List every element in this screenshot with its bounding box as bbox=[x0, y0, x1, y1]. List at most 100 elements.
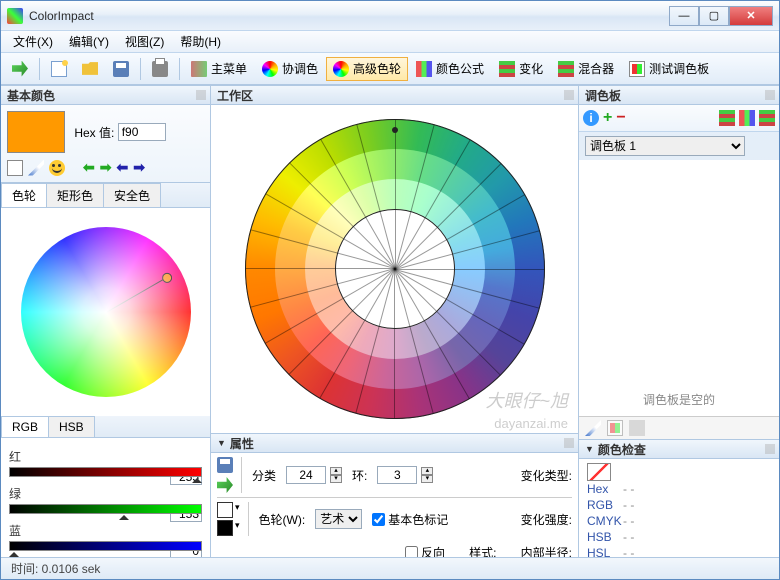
pal-delete-icon[interactable] bbox=[629, 420, 645, 436]
workspace[interactable]: 大眼仔~旭 dayanzai.me bbox=[211, 105, 578, 433]
pal-eyedrop-icon[interactable] bbox=[585, 420, 601, 436]
mixer-icon bbox=[558, 61, 574, 77]
tool-new-button[interactable] bbox=[44, 57, 74, 81]
tool-advwheel-button[interactable]: 高级色轮 bbox=[326, 57, 408, 81]
inspect-hsb-v: - - bbox=[623, 530, 634, 544]
palette-select[interactable]: 调色板 1 bbox=[585, 136, 745, 156]
inspect-cmyk-v: - - bbox=[623, 514, 634, 528]
advwheel-label: 高级色轮 bbox=[353, 60, 401, 77]
basic-marker-check[interactable]: 基本色标记 bbox=[372, 511, 448, 528]
ring-label: 环: bbox=[352, 467, 367, 484]
left-tabs: 色轮 矩形色 安全色 bbox=[1, 183, 210, 208]
arrow-icon bbox=[12, 61, 28, 77]
advanced-color-wheel[interactable] bbox=[245, 119, 545, 419]
tool-variation-button[interactable]: 变化 bbox=[492, 57, 550, 81]
inspect-rgb-k: RGB bbox=[587, 498, 623, 512]
app-icon bbox=[7, 8, 23, 24]
inspect-cmyk-k: CMYK bbox=[587, 514, 623, 528]
ring-dn[interactable]: ▾ bbox=[421, 475, 433, 483]
menubar: 文件(X) 编辑(Y) 视图(Z) 帮助(H) bbox=[1, 31, 779, 53]
small-wheel-area[interactable] bbox=[1, 208, 210, 416]
smile-icon[interactable] bbox=[49, 160, 65, 176]
close-button[interactable] bbox=[729, 6, 773, 26]
palette-empty-label: 调色板是空的 bbox=[643, 391, 715, 408]
current-color-swatch[interactable] bbox=[7, 111, 65, 153]
props-save-icon[interactable] bbox=[217, 457, 233, 473]
red-slider[interactable] bbox=[9, 467, 202, 481]
cat-dn[interactable]: ▾ bbox=[330, 475, 342, 483]
info-icon[interactable]: i bbox=[583, 110, 599, 126]
test-label: 测试调色板 bbox=[649, 60, 709, 77]
props-export-icon[interactable] bbox=[217, 477, 233, 493]
basic-color-title: 基本颜色 bbox=[7, 87, 55, 104]
ring-input[interactable] bbox=[377, 466, 417, 484]
minimize-button[interactable] bbox=[669, 6, 699, 26]
app-title: ColorImpact bbox=[29, 9, 669, 23]
add-icon[interactable]: + bbox=[603, 109, 612, 127]
ring-up[interactable]: ▴ bbox=[421, 467, 433, 475]
nav-fwd-button[interactable]: ➡ bbox=[100, 159, 112, 176]
vartype-label: 变化类型: bbox=[521, 467, 572, 484]
bg-swatch[interactable] bbox=[217, 520, 233, 536]
slider-tabs: RGB HSB bbox=[1, 416, 210, 438]
varint-label: 变化强度: bbox=[521, 511, 572, 528]
cw-select[interactable]: 艺术 bbox=[315, 509, 362, 529]
eyedropper-icon[interactable] bbox=[28, 160, 44, 176]
menu-help[interactable]: 帮助(H) bbox=[172, 31, 229, 52]
nav-back-button[interactable]: ⬅ bbox=[83, 159, 95, 176]
tool-harmony-button[interactable]: 协调色 bbox=[255, 57, 325, 81]
view-list-icon[interactable] bbox=[739, 110, 755, 126]
pal-copy-icon[interactable] bbox=[607, 420, 623, 436]
red-label: 红 bbox=[9, 450, 21, 464]
tool-open-button[interactable] bbox=[75, 57, 105, 81]
remove-icon[interactable]: − bbox=[616, 109, 625, 127]
view-large-icon[interactable] bbox=[759, 110, 775, 126]
basic-color-header: 基本颜色 bbox=[1, 85, 210, 105]
swap-icon[interactable] bbox=[7, 160, 23, 176]
menu-edit[interactable]: 编辑(Y) bbox=[61, 31, 117, 52]
palette-empty-area: 调色板是空的 bbox=[579, 160, 779, 416]
harmony-label: 协调色 bbox=[282, 60, 318, 77]
toolbar: 主菜单 协调色 高级色轮 颜色公式 变化 混合器 测试调色板 bbox=[1, 53, 779, 85]
menu-file[interactable]: 文件(X) bbox=[5, 31, 61, 52]
tab-safe[interactable]: 安全色 bbox=[103, 183, 161, 207]
save-icon bbox=[113, 61, 129, 77]
inspect-hex-k: Hex bbox=[587, 482, 623, 496]
tab-wheel[interactable]: 色轮 bbox=[1, 183, 47, 207]
category-input[interactable] bbox=[286, 466, 326, 484]
view-grid-icon[interactable] bbox=[719, 110, 735, 126]
tab-hsb[interactable]: HSB bbox=[48, 416, 95, 437]
formula-label: 颜色公式 bbox=[436, 60, 484, 77]
green-label: 绿 bbox=[9, 487, 21, 501]
maximize-button[interactable] bbox=[699, 6, 729, 26]
tool-test-button[interactable]: 测试调色板 bbox=[622, 57, 716, 81]
nav-fwd2-button[interactable]: ➡ bbox=[133, 159, 145, 176]
hex-input[interactable] bbox=[118, 123, 166, 141]
tab-rgb[interactable]: RGB bbox=[1, 416, 49, 437]
tool-print-button[interactable] bbox=[145, 57, 175, 81]
green-slider[interactable] bbox=[9, 504, 202, 518]
blue-label: 蓝 bbox=[9, 524, 21, 538]
titlebar: ColorImpact bbox=[1, 1, 779, 31]
inspect-swatch bbox=[587, 463, 611, 481]
menu-view[interactable]: 视图(Z) bbox=[117, 31, 172, 52]
mainmenu-label: 主菜单 bbox=[211, 60, 247, 77]
blue-slider[interactable] bbox=[9, 541, 202, 555]
fg-swatch[interactable] bbox=[217, 502, 233, 518]
statusbar: 时间: 0.0106 sek bbox=[1, 557, 779, 579]
small-color-wheel[interactable] bbox=[21, 227, 191, 397]
tool-mainmenu-button[interactable]: 主菜单 bbox=[184, 57, 254, 81]
cat-up[interactable]: ▴ bbox=[330, 467, 342, 475]
variation-icon bbox=[499, 61, 515, 77]
tool-formula-button[interactable]: 颜色公式 bbox=[409, 57, 491, 81]
nav-back2-button[interactable]: ⬅ bbox=[116, 159, 128, 176]
tab-rect[interactable]: 矩形色 bbox=[46, 183, 104, 207]
wheel-marker bbox=[392, 127, 398, 133]
palette-icon bbox=[629, 61, 645, 77]
tool-save-button[interactable] bbox=[106, 57, 136, 81]
inspect-hex-v: - - bbox=[623, 482, 634, 496]
tool-mixer-button[interactable]: 混合器 bbox=[551, 57, 621, 81]
cw-label: 色轮(W): bbox=[259, 511, 306, 528]
tool-export-button[interactable] bbox=[5, 57, 35, 81]
props-header: ▼属性 bbox=[211, 433, 578, 453]
